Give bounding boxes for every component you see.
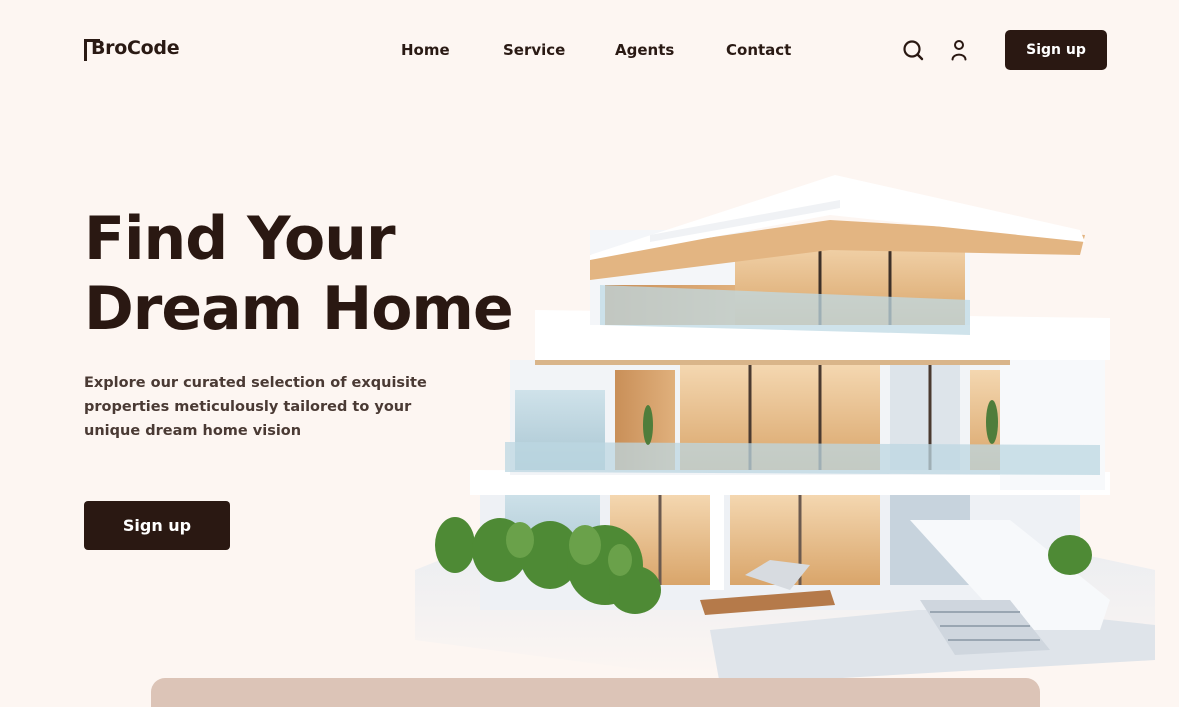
header-signup-button[interactable]: Sign up	[1005, 30, 1107, 70]
nav-link-agents[interactable]: Agents	[615, 41, 674, 59]
user-icon[interactable]	[948, 39, 970, 61]
nav-link-service[interactable]: Service	[503, 41, 565, 59]
landing-page: BroCode Home Service Agents Contact Sign…	[0, 0, 1179, 707]
nav-link-home[interactable]: Home	[401, 41, 450, 59]
hero-signup-button[interactable]: Sign up	[84, 501, 230, 550]
search-icon[interactable]	[902, 39, 924, 61]
hero-description: Explore our curated selection of exquisi…	[84, 375, 427, 439]
house-image	[415, 175, 1155, 685]
brand-logo[interactable]: BroCode	[84, 37, 180, 61]
nav-link-contact[interactable]: Contact	[726, 41, 791, 59]
bottom-search-panel	[151, 678, 1040, 707]
brand-name: BroCode	[91, 37, 180, 59]
logo-mark-icon	[84, 39, 100, 61]
